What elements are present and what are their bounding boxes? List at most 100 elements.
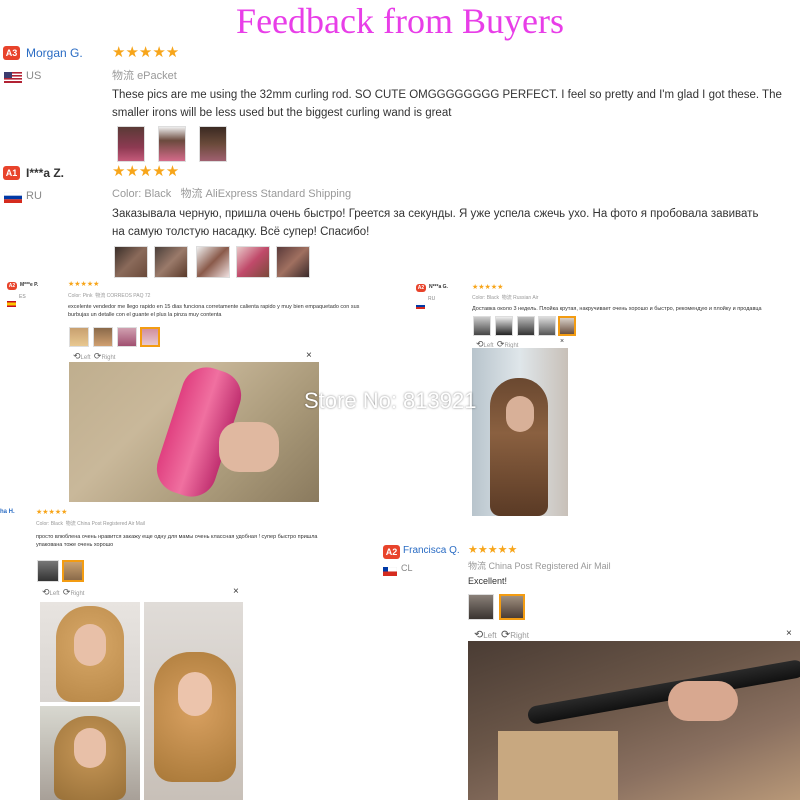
order-info: Color: Black 物流 Russian Air bbox=[472, 294, 538, 301]
buyer-name[interactable]: I***a Z. bbox=[26, 166, 64, 180]
buyer-level-badge: A3 bbox=[3, 46, 20, 60]
rating-stars: ★★★★★ bbox=[112, 163, 180, 180]
close-icon[interactable]: × bbox=[306, 350, 312, 361]
store-watermark: Store No: 813921 bbox=[304, 388, 477, 413]
logistics-value: China Post Registered Air Mail bbox=[488, 561, 611, 571]
hand-shape bbox=[219, 422, 279, 472]
logistics-value: China Post Registered Air Mail bbox=[77, 521, 145, 527]
rotate-left-icon[interactable]: ⟲ bbox=[42, 587, 50, 597]
review-text-line: упакована тоже очень хорошо bbox=[36, 542, 114, 548]
rotate-right-label[interactable]: Right bbox=[510, 631, 529, 640]
buyer-name[interactable]: N***a G. bbox=[429, 284, 448, 290]
buyer-level-badge: A2 bbox=[416, 284, 426, 292]
rotate-right-label[interactable]: Right bbox=[70, 591, 84, 597]
close-icon[interactable]: × bbox=[233, 586, 239, 597]
box-shape bbox=[498, 731, 618, 800]
review-photo-thumbnail[interactable] bbox=[37, 560, 59, 582]
review-photo-enlarged bbox=[69, 362, 319, 502]
order-info: Color: Pink 物流 CORREOS PAQ 72 bbox=[68, 292, 150, 299]
review-photo-thumbnail[interactable] bbox=[154, 246, 188, 278]
page-title: Feedback from Buyers bbox=[236, 1, 564, 41]
review-photo-thumbnail-selected[interactable] bbox=[558, 316, 576, 336]
review-photo-enlarged bbox=[468, 641, 800, 800]
logistics-label: 物流 bbox=[468, 561, 487, 571]
ru-flag-icon bbox=[416, 296, 425, 314]
review-text-line: excelente vendedor me llego rapido en 15… bbox=[68, 304, 360, 310]
logistics-label: 物流 bbox=[112, 70, 134, 82]
review-photo-enlarged bbox=[40, 706, 140, 800]
review-photo-thumbnail[interactable] bbox=[236, 246, 270, 278]
order-info: Color: Black 物流 AliExpress Standard Ship… bbox=[112, 185, 351, 201]
review-photo-thumbnail[interactable] bbox=[114, 246, 148, 278]
review-photo-thumbnail-selected[interactable] bbox=[62, 560, 84, 582]
close-icon[interactable]: × bbox=[560, 338, 564, 345]
review-photo-thumbnail[interactable] bbox=[473, 316, 491, 336]
logistics-label: 物流 bbox=[501, 295, 512, 301]
rating-stars: ★★★★★ bbox=[68, 281, 100, 288]
buyer-name[interactable]: Francisca Q. bbox=[403, 545, 460, 556]
review-photo-thumbnail[interactable] bbox=[196, 246, 230, 278]
rotate-left-label[interactable]: Left bbox=[81, 355, 91, 361]
review-photo-thumbnail[interactable] bbox=[117, 327, 137, 347]
review-text: Заказывала черную, пришла очень быстро! … bbox=[112, 205, 797, 241]
face-shape bbox=[74, 624, 106, 666]
review-text-line: These pics are me using the 32mm curling… bbox=[112, 89, 782, 101]
buyer-name[interactable]: ha H. bbox=[0, 509, 15, 515]
review-photo-thumbnail[interactable] bbox=[69, 327, 89, 347]
review-photo-thumbnail[interactable] bbox=[468, 594, 494, 620]
review-text-line: на самую толстую насадку. Всё супер! Спа… bbox=[112, 226, 370, 238]
color-option: Color: Black bbox=[112, 188, 172, 200]
review-photo-thumbnail[interactable] bbox=[158, 126, 186, 162]
review-photo-thumbnail-selected[interactable] bbox=[499, 594, 525, 620]
rating-stars: ★★★★★ bbox=[112, 44, 180, 61]
logistics-info: 物流 ePacket bbox=[112, 67, 177, 83]
color-option: Color: Black bbox=[472, 295, 499, 301]
logistics-value: ePacket bbox=[137, 70, 177, 82]
logistics-value: AliExpress Standard Shipping bbox=[205, 188, 352, 200]
review-text-line: burbujas un detalle con el guante el plu… bbox=[68, 312, 222, 318]
rotate-left-icon[interactable]: ⟲ bbox=[474, 629, 483, 641]
es-flag-icon bbox=[7, 294, 16, 312]
rotate-right-label[interactable]: Right bbox=[101, 355, 115, 361]
ru-flag-icon bbox=[4, 190, 22, 208]
black-curling-wand-shape bbox=[526, 658, 800, 726]
rating-stars: ★★★★★ bbox=[468, 544, 518, 556]
review-text: просто влюблена очень нравится закажу ещ… bbox=[36, 533, 436, 549]
buyer-country: US bbox=[26, 70, 42, 82]
buyer-level-badge: A2 bbox=[383, 545, 400, 559]
review-text: These pics are me using the 32mm curling… bbox=[112, 86, 797, 122]
rotate-right-icon[interactable]: ⟳ bbox=[501, 629, 510, 641]
review-photo-thumbnail[interactable] bbox=[517, 316, 535, 336]
logistics-info: 物流 China Post Registered Air Mail bbox=[468, 559, 611, 572]
review-photo-thumbnail[interactable] bbox=[199, 126, 227, 162]
review-photo-thumbnail[interactable] bbox=[93, 327, 113, 347]
buyer-name[interactable]: Morgan G. bbox=[26, 46, 83, 60]
close-icon[interactable]: × bbox=[786, 628, 792, 639]
review-photo-thumbnail-selected[interactable] bbox=[140, 327, 160, 347]
rotate-left-label[interactable]: Left bbox=[50, 591, 60, 597]
review-photo-thumbnail[interactable] bbox=[276, 246, 310, 278]
review-photo-thumbnail[interactable] bbox=[117, 126, 145, 162]
rating-stars: ★★★★★ bbox=[472, 284, 504, 291]
review-photo-enlarged bbox=[472, 348, 568, 516]
viewer-controls: ⟲Left ⟳Right bbox=[42, 587, 84, 598]
hand-shape bbox=[668, 681, 738, 721]
review-text-line: Заказывала черную, пришла очень быстро! … bbox=[112, 208, 759, 220]
buyer-country: CL bbox=[401, 563, 413, 573]
logistics-label: 物流 bbox=[180, 188, 203, 200]
buyer-name[interactable]: M***e P. bbox=[20, 282, 38, 288]
rotate-left-icon[interactable]: ⟲ bbox=[73, 351, 81, 361]
buyer-level-badge: A2 bbox=[7, 282, 17, 290]
review-photo-thumbnail[interactable] bbox=[495, 316, 513, 336]
logistics-value: Russian Air bbox=[513, 295, 539, 301]
rotate-left-label[interactable]: Left bbox=[483, 631, 496, 640]
color-option: Color: Pink bbox=[68, 293, 93, 299]
viewer-controls: ⟲Left ⟳Right bbox=[474, 628, 529, 641]
cl-flag-icon bbox=[383, 563, 397, 581]
face-shape bbox=[506, 396, 534, 432]
face-shape bbox=[74, 728, 106, 768]
us-flag-icon bbox=[4, 70, 22, 88]
review-photo-thumbnail[interactable] bbox=[538, 316, 556, 336]
review-text-line: smaller irons will be less used but the … bbox=[112, 107, 452, 119]
review-photo-enlarged bbox=[40, 602, 140, 702]
